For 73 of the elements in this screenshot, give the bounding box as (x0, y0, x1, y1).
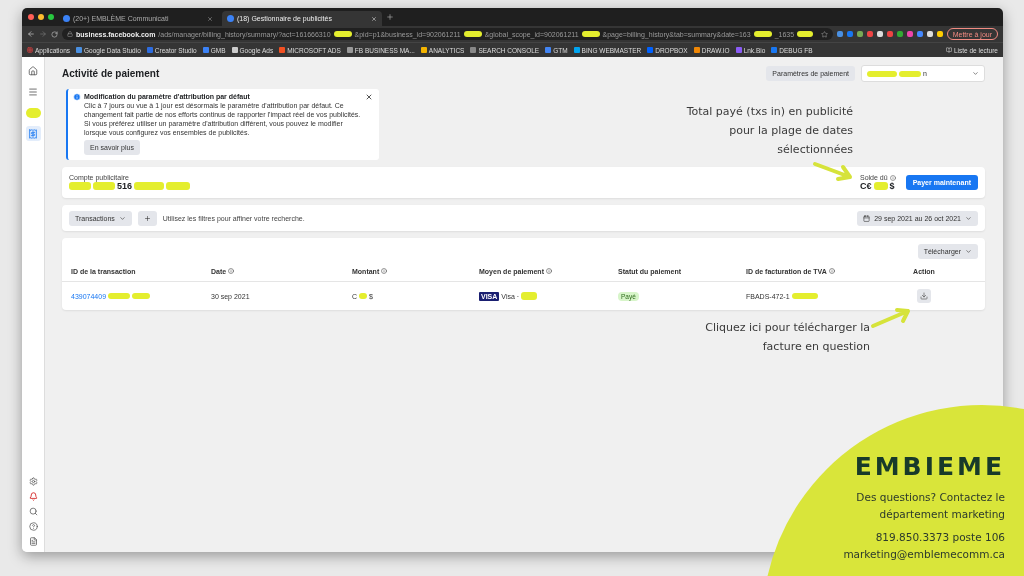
redaction-mark (867, 70, 897, 77)
info-icon (381, 268, 388, 274)
add-filter-button[interactable] (137, 210, 157, 226)
redaction-mark (797, 31, 814, 37)
bookmark-icon (573, 47, 580, 53)
menu-icon (28, 86, 38, 97)
caret-icon (965, 214, 972, 222)
bookmark-icon (545, 47, 552, 53)
favicon-icon (63, 15, 70, 22)
redaction-mark (899, 70, 921, 77)
plus-icon (143, 214, 151, 222)
info-icon (73, 93, 81, 101)
account-number: 516 (117, 181, 133, 191)
back-icon[interactable] (27, 30, 35, 38)
new-tab-icon[interactable] (386, 13, 394, 21)
download-button[interactable] (917, 289, 931, 303)
redaction-mark (463, 31, 482, 37)
redaction-mark (93, 182, 115, 190)
info-icon (889, 174, 896, 181)
page-title: Activité de paiement (62, 68, 161, 79)
search-icon[interactable] (28, 507, 38, 516)
bookmark-icon (202, 47, 209, 53)
bookmark-icon (647, 47, 654, 53)
email-text: marketing@emblemecomm.ca (842, 547, 1005, 562)
redaction-mark (333, 31, 352, 37)
redaction-mark (873, 182, 888, 190)
bookmark-icon (279, 47, 286, 53)
close-icon[interactable] (365, 93, 373, 101)
redaction-mark (581, 31, 600, 37)
notification-icon[interactable] (28, 492, 38, 501)
info-icon (828, 268, 835, 274)
bookmark-icon (735, 47, 742, 53)
bookmark-star-icon[interactable] (820, 30, 828, 38)
currency-symbol: $ (889, 181, 895, 191)
caret-icon (118, 214, 126, 222)
bookmark-icon (76, 47, 83, 53)
bookmark-icon (346, 47, 353, 53)
redaction-mark (25, 107, 41, 118)
home-icon (28, 65, 38, 76)
settings-icon[interactable] (28, 477, 38, 486)
reload-icon[interactable] (51, 30, 58, 38)
calendar-icon (863, 214, 871, 222)
annotation-text: Total payé (txs in) en publicité pour la plage de dates sélectionnées (685, 104, 853, 158)
redaction-mark (521, 292, 538, 300)
document-icon[interactable] (28, 537, 38, 546)
grid-icon (27, 47, 33, 53)
nav-item[interactable] (25, 126, 41, 141)
info-icon (228, 268, 235, 274)
balance-amount: C€ (860, 181, 872, 191)
bookmark-icon (470, 47, 477, 53)
bookmark-icon (693, 47, 700, 53)
redaction-mark (359, 293, 368, 299)
bookmark-icon (420, 47, 427, 53)
annotation-text: Cliquez ici pour télécharger la facture en question (704, 320, 870, 355)
bookmark-icon (231, 47, 238, 53)
receipt-icon (28, 128, 38, 139)
lock-icon (67, 31, 73, 37)
close-icon[interactable] (207, 15, 213, 22)
caret-icon (972, 70, 979, 77)
redaction-mark (791, 293, 818, 299)
caret-icon (965, 248, 972, 255)
bookmark-icon (146, 47, 153, 53)
redaction-mark (69, 182, 91, 190)
forward-icon[interactable] (39, 30, 47, 38)
brand-logo: EMBIEME (854, 452, 1005, 481)
phone-text: 819.850.3373 poste 106 (874, 530, 1005, 545)
book-icon (945, 47, 952, 53)
favicon-icon (227, 15, 234, 22)
contact-text: Des questions? Contactez le département marketing (855, 490, 1005, 522)
redaction-mark (753, 31, 772, 37)
info-icon (545, 268, 552, 274)
help-icon[interactable] (28, 522, 38, 531)
bookmark-icon (771, 47, 778, 53)
